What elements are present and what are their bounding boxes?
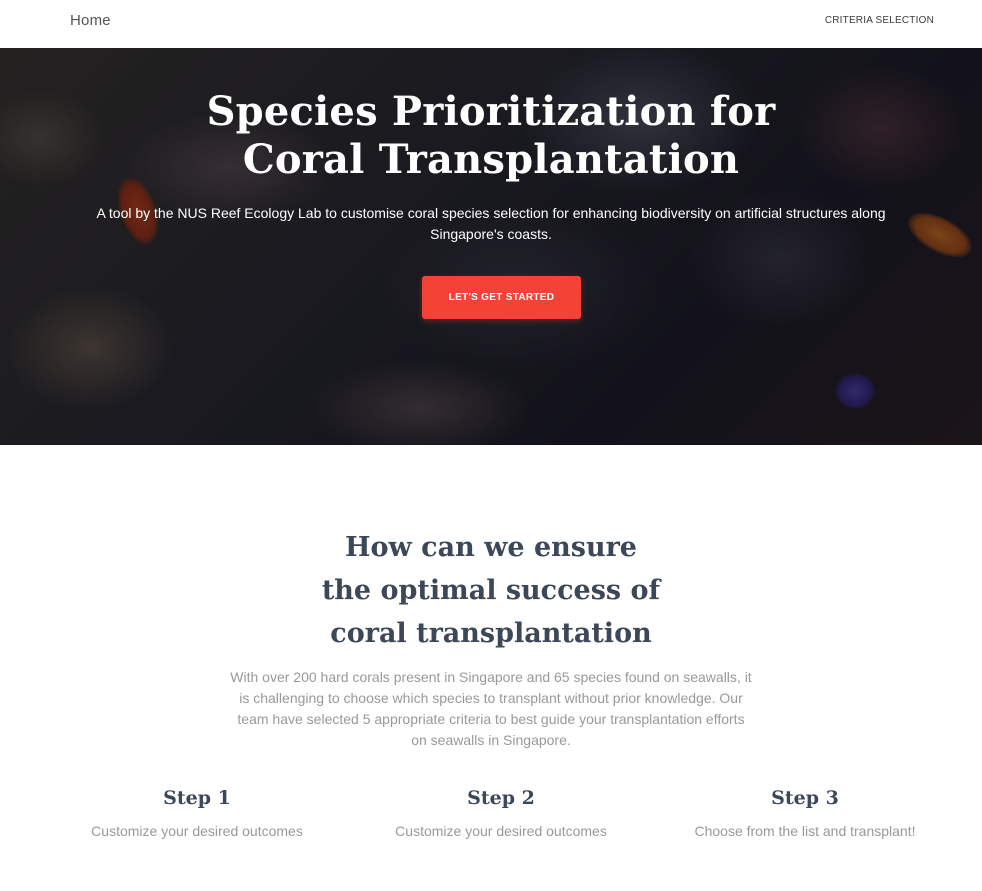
step-description: Customize your desired outcomes bbox=[395, 823, 607, 839]
step-2: Step 2 Customize your desired outcomes bbox=[349, 784, 653, 841]
hero-subtitle: A tool by the NUS Reef Ecology Lab to cu… bbox=[96, 205, 886, 242]
step-description: Choose from the list and transplant! bbox=[694, 823, 916, 839]
nav-criteria-selection-link[interactable]: CRITERIA SELECTION bbox=[825, 15, 934, 26]
navbar: Home CRITERIA SELECTION bbox=[0, 0, 982, 48]
hero-banner: Species Prioritization for Coral Transpl… bbox=[0, 48, 982, 445]
step-title: Step 3 bbox=[771, 787, 839, 809]
step-1: Step 1 Customize your desired outcomes bbox=[45, 784, 349, 841]
hero-title: Species Prioritization for Coral Transpl… bbox=[206, 88, 776, 183]
step-3: Step 3 Choose from the list and transpla… bbox=[653, 784, 957, 841]
nav-home-link[interactable]: Home bbox=[70, 12, 111, 29]
step-description: Customize your desired outcomes bbox=[91, 823, 303, 839]
step-title: Step 1 bbox=[163, 787, 231, 809]
section-title: How can we ensure the optimal success of… bbox=[321, 532, 661, 649]
section-description: With over 200 hard corals present in Sin… bbox=[230, 669, 752, 748]
get-started-button[interactable]: LET'S GET STARTED bbox=[422, 276, 581, 319]
step-title: Step 2 bbox=[467, 787, 535, 809]
steps-row: Step 1 Customize your desired outcomes S… bbox=[45, 784, 957, 854]
